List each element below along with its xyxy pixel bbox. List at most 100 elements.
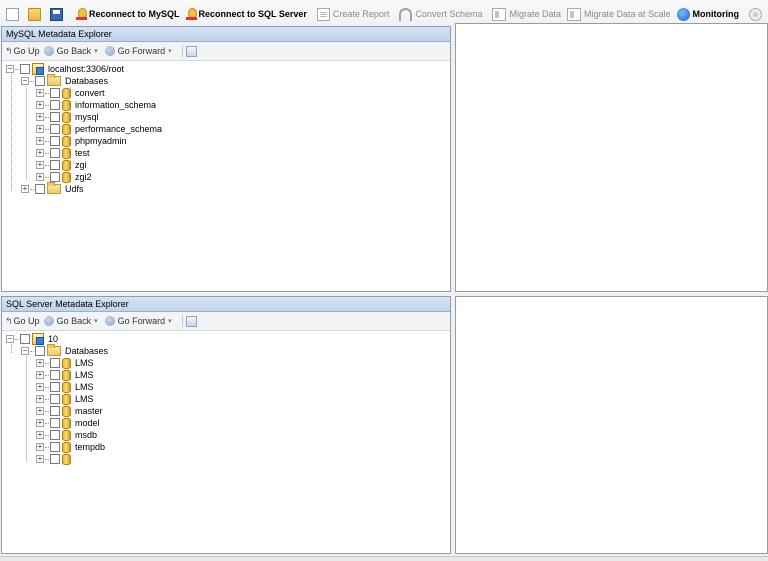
node-checkbox[interactable]	[50, 406, 60, 416]
tree-node-database[interactable]: + model	[2, 417, 450, 429]
tree-node-databases[interactable]: − Databases	[2, 74, 450, 87]
node-checkbox[interactable]	[20, 64, 30, 74]
collapse-icon[interactable]: −	[21, 77, 29, 85]
node-checkbox[interactable]	[50, 172, 60, 182]
tree-node-database[interactable]: + LMS	[2, 393, 450, 405]
tree-node-database[interactable]: + zgi2	[2, 171, 450, 183]
reconnect-mysql-button[interactable]: Reconnect to MySQL	[73, 3, 183, 25]
save-project-button[interactable]	[47, 3, 69, 25]
node-checkbox[interactable]	[35, 184, 45, 194]
database-label: LMS	[75, 358, 94, 368]
reconnect-icon	[185, 7, 197, 21]
database-label: tempdb	[75, 442, 106, 452]
expand-icon[interactable]: +	[36, 173, 44, 181]
go-up-button[interactable]: ↰ Go Up	[5, 316, 40, 327]
tree-connector	[45, 176, 49, 178]
monitoring-button[interactable]: Monitoring	[674, 3, 743, 25]
node-checkbox[interactable]	[50, 418, 60, 428]
tree-node-root[interactable]: − localhost:3306/root	[2, 63, 450, 75]
database-label: convert	[75, 88, 105, 98]
go-up-button[interactable]: ↰ Go Up	[5, 46, 40, 57]
expand-icon[interactable]: +	[36, 443, 44, 451]
convert-schema-button[interactable]: Convert Schema	[396, 3, 485, 25]
node-checkbox[interactable]	[50, 148, 60, 158]
node-checkbox[interactable]	[50, 430, 60, 440]
node-checkbox[interactable]	[50, 394, 60, 404]
reconnect-sqlserver-button[interactable]: Reconnect to SQL Server	[183, 3, 310, 25]
tree-node-database[interactable]: + LMS	[2, 369, 450, 381]
stop-button[interactable]	[746, 3, 768, 25]
node-checkbox[interactable]	[50, 160, 60, 170]
filter-tool-icon[interactable]	[185, 45, 197, 57]
expand-icon[interactable]: +	[36, 137, 44, 145]
tree-node-databases[interactable]: − Databases	[2, 344, 450, 357]
report-icon	[316, 7, 330, 21]
node-checkbox[interactable]	[50, 358, 60, 368]
expand-icon[interactable]: +	[36, 395, 44, 403]
collapse-icon[interactable]: −	[21, 347, 29, 355]
tree-node-database[interactable]: + LMS	[2, 381, 450, 393]
filter-tool-icon[interactable]	[185, 315, 197, 327]
node-checkbox[interactable]	[50, 454, 60, 464]
node-checkbox[interactable]	[20, 334, 30, 344]
dropdown-arrow-icon[interactable]: ▾	[168, 47, 172, 55]
tree-node-database[interactable]: + convert	[2, 87, 450, 99]
tree-node-database[interactable]: +	[2, 453, 450, 465]
tree-node-database[interactable]: + tempdb	[2, 441, 450, 453]
open-project-button[interactable]	[25, 3, 47, 25]
dropdown-arrow-icon[interactable]: ▾	[94, 317, 98, 325]
tree-node-database[interactable]: + information_schema	[2, 99, 450, 111]
node-checkbox[interactable]	[50, 136, 60, 146]
dropdown-arrow-icon[interactable]: ▾	[168, 317, 172, 325]
node-checkbox[interactable]	[50, 112, 60, 122]
expand-icon[interactable]: +	[36, 419, 44, 427]
migrate-data-button[interactable]: Migrate Data	[489, 3, 564, 25]
expand-icon[interactable]: +	[36, 359, 44, 367]
node-checkbox[interactable]	[35, 346, 45, 356]
expand-icon[interactable]: +	[21, 185, 29, 193]
create-report-button[interactable]: Create Report	[314, 3, 393, 25]
tree-node-database[interactable]: + phpmyadmin	[2, 135, 450, 147]
expand-icon[interactable]: +	[36, 161, 44, 169]
expand-icon[interactable]: +	[36, 383, 44, 391]
expand-icon[interactable]: +	[36, 125, 44, 133]
tree-connector	[15, 68, 19, 70]
node-checkbox[interactable]	[50, 382, 60, 392]
tree-node-database[interactable]: + zgi	[2, 159, 450, 171]
collapse-icon[interactable]: −	[6, 335, 14, 343]
expand-icon[interactable]: +	[36, 101, 44, 109]
expand-icon[interactable]: +	[36, 149, 44, 157]
go-up-label: Go Up	[13, 46, 40, 56]
expand-icon[interactable]: +	[36, 113, 44, 121]
expand-icon[interactable]: +	[36, 455, 44, 463]
expand-icon[interactable]: +	[36, 89, 44, 97]
collapse-icon[interactable]: −	[6, 65, 14, 73]
go-back-button[interactable]: Go Back ▾	[43, 46, 101, 56]
tree-node-database[interactable]: + test	[2, 147, 450, 159]
node-checkbox[interactable]	[50, 442, 60, 452]
expand-icon[interactable]: +	[36, 371, 44, 379]
tree-node-database[interactable]: + LMS	[2, 357, 450, 369]
go-back-button[interactable]: Go Back ▾	[43, 316, 101, 326]
node-checkbox[interactable]	[50, 370, 60, 380]
tree-node-database[interactable]: + msdb	[2, 429, 450, 441]
tree-node-database[interactable]: + mysql	[2, 111, 450, 123]
expand-icon[interactable]: +	[36, 407, 44, 415]
tree-node-root[interactable]: − 10	[2, 333, 450, 345]
node-checkbox[interactable]	[35, 76, 45, 86]
migrate-data-scale-button[interactable]: Migrate Data at Scale	[564, 3, 674, 25]
database-label: performance_schema	[75, 124, 163, 134]
tree-node-udfs[interactable]: + Udfs	[2, 182, 450, 195]
new-project-button[interactable]	[3, 3, 25, 25]
reconnect-sqlserver-label: Reconnect to SQL Server	[198, 9, 307, 19]
node-checkbox[interactable]	[50, 88, 60, 98]
expand-icon[interactable]: +	[36, 431, 44, 439]
save-icon	[50, 7, 63, 21]
node-checkbox[interactable]	[50, 100, 60, 110]
tree-node-database[interactable]: + master	[2, 405, 450, 417]
tree-node-database[interactable]: + performance_schema	[2, 123, 450, 135]
go-forward-button[interactable]: Go Forward ▾	[104, 316, 175, 326]
node-checkbox[interactable]	[50, 124, 60, 134]
go-forward-button[interactable]: Go Forward ▾	[104, 46, 175, 56]
dropdown-arrow-icon[interactable]: ▾	[94, 47, 98, 55]
